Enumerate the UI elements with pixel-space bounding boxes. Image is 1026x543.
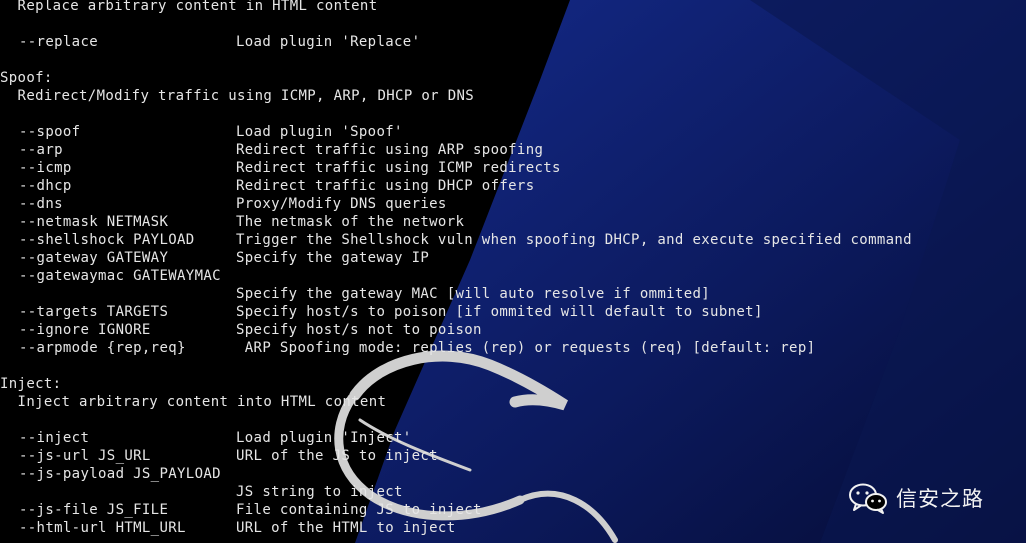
option-flag: --gateway GATEWAY <box>19 250 169 266</box>
option-flag: --spoof <box>19 124 81 140</box>
option-description: JS string to inject <box>236 484 403 500</box>
option-description: Specify the gateway IP <box>236 250 430 266</box>
option-row: --ignore IGNORE Specify host/s not to poi… <box>0 321 1026 339</box>
option-flag: --inject <box>19 430 90 446</box>
option-row: --shellshock PAYLOAD Trigger the Shellsho… <box>0 231 1026 249</box>
option-row: --spoof Load plugin 'Spoof' <box>0 123 1026 141</box>
option-description: Specify host/s not to poison <box>236 322 482 338</box>
option-row: --inject Load plugin 'Inject' <box>0 429 1026 447</box>
option-flag: --arp <box>19 142 63 158</box>
option-description: Specify the gateway MAC [will auto resol… <box>236 286 711 302</box>
watermark-text: 信安之路 <box>896 487 984 511</box>
option-description: URL of the JS to inject <box>236 448 438 464</box>
option-row: --netmask NETMASK The netmask of the netw… <box>0 213 1026 231</box>
option-row: Specify the gateway MAC [will auto resol… <box>0 285 1026 303</box>
option-flag: --targets TARGETS <box>19 304 169 320</box>
option-row: --arpmode {rep,req} ARP Spoofing mode: r… <box>0 339 1026 357</box>
option-flag: --js-payload JS_PAYLOAD <box>19 466 221 482</box>
option-row: --dhcp Redirect traffic using DHCP offers <box>0 177 1026 195</box>
option-description: Redirect traffic using DHCP offers <box>236 178 535 194</box>
option-flag: --ignore IGNORE <box>19 322 151 338</box>
option-flag: --gatewaymac GATEWAYMAC <box>19 268 221 284</box>
section-description: Replace arbitrary content in HTML conten… <box>0 0 378 14</box>
option-flag: --html-url HTML_URL <box>19 520 186 536</box>
section-heading: Spoof: <box>0 70 53 86</box>
section-description: Redirect/Modify traffic using ICMP, ARP,… <box>0 88 475 104</box>
option-flag: --shellshock PAYLOAD <box>19 232 195 248</box>
option-flag: --icmp <box>19 160 72 176</box>
option-description: Load plugin 'Replace' <box>236 34 421 50</box>
option-row: --dns Proxy/Modify DNS queries <box>0 195 1026 213</box>
option-description: Trigger the Shellshock vuln when spoofin… <box>236 232 912 248</box>
option-row: --arp Redirect traffic using ARP spoofing <box>0 141 1026 159</box>
option-description: Specify host/s to poison [if ommited wil… <box>236 304 763 320</box>
option-description: Load plugin 'Inject' <box>236 430 412 446</box>
option-row: --gatewaymac GATEWAYMAC <box>0 267 1026 285</box>
option-row: --js-url JS_URL URL of the JS to inject <box>0 447 1026 465</box>
option-flag: --replace <box>19 34 99 50</box>
watermark: 信安之路 <box>848 480 984 516</box>
wechat-icon <box>849 483 887 514</box>
option-row: --html-url HTML_URL URL of the HTML to in… <box>0 519 1026 537</box>
option-flag: --arpmode {rep,req} <box>19 340 186 356</box>
option-description: ARP Spoofing mode: replies (rep) or requ… <box>236 340 816 356</box>
option-description: Redirect traffic using ICMP redirects <box>236 160 561 176</box>
option-flag: --js-url JS_URL <box>19 448 151 464</box>
option-flag: --dhcp <box>19 178 72 194</box>
option-description: File containing JS to inject <box>236 502 482 518</box>
section-heading: Inject: <box>0 376 62 392</box>
option-description: Load plugin 'Spoof' <box>236 124 403 140</box>
option-description: URL of the HTML to inject <box>236 520 456 536</box>
option-description: The netmask of the network <box>236 214 465 230</box>
option-description: Redirect traffic using ARP spoofing <box>236 142 544 158</box>
option-flag: --js-file JS_FILE <box>19 502 169 518</box>
option-flag: --netmask NETMASK <box>19 214 169 230</box>
option-row: --replace Load plugin 'Replace' <box>0 33 1026 51</box>
option-row: --targets TARGETS Specify host/s to poiso… <box>0 303 1026 321</box>
option-description: Proxy/Modify DNS queries <box>236 196 447 212</box>
option-flag: --dns <box>19 196 63 212</box>
option-row: --gateway GATEWAY Specify the gateway IP <box>0 249 1026 267</box>
section-description: Inject arbitrary content into HTML conte… <box>0 394 387 410</box>
terminal-output: Replace arbitrary content in HTML conten… <box>0 0 1026 543</box>
option-row: --icmp Redirect traffic using ICMP redire… <box>0 159 1026 177</box>
